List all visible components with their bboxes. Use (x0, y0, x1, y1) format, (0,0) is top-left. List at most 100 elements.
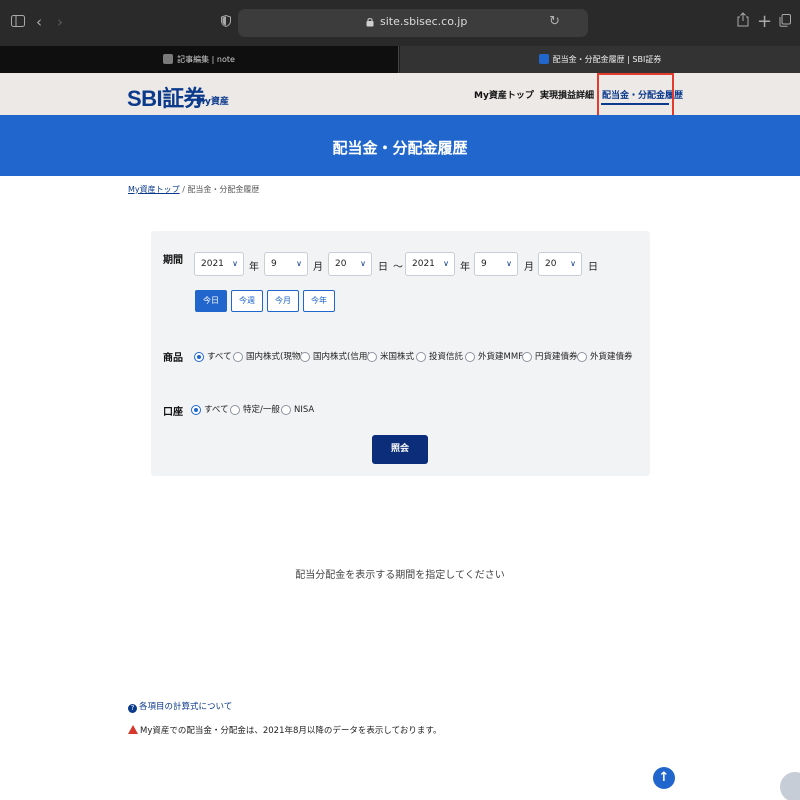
from-day-select[interactable]: 20 ∨ (328, 252, 372, 276)
product-radio-us-stock[interactable]: 米国株式 (367, 350, 414, 364)
radio-label: 投資信託 (429, 352, 464, 362)
product-radio-domestic-margin[interactable]: 国内株式(信用) (300, 350, 371, 364)
tab-label: 記事編集 | note (177, 55, 235, 64)
annotation-highlight-box (597, 73, 674, 120)
tab-label: 配当金・分配金履歴 | SBI証券 (552, 55, 662, 64)
nav-realized-pl-detail[interactable]: 実現損益詳細 (540, 88, 594, 101)
warning-triangle-icon (128, 725, 138, 734)
reload-icon[interactable]: ↻ (549, 14, 560, 29)
browser-toolbar: ‹ › site.sbisec.co.jp ↻ + (0, 0, 800, 46)
lock-icon (366, 18, 374, 27)
year-unit: 年 (460, 262, 470, 273)
scroll-to-top-button[interactable]: ↑ (653, 767, 675, 789)
range-separator: 〜 (393, 262, 403, 273)
account-label: 口座 (163, 407, 183, 418)
select-value: 9 (271, 259, 277, 269)
radio-label: すべて (207, 352, 232, 362)
radio-dot (300, 352, 310, 362)
quick-this-month-button[interactable]: 今月 (267, 290, 299, 312)
product-radio-all[interactable]: すべて (194, 350, 232, 364)
quick-this-year-button[interactable]: 今年 (303, 290, 335, 312)
search-submit-button[interactable]: 照会 (372, 435, 428, 464)
tab-bar: 記事編集 | note 配当金・分配金履歴 | SBI証券 (0, 46, 800, 73)
radio-label: 米国株式 (380, 352, 415, 362)
logo-subtitle: My資産 (196, 97, 229, 107)
radio-dot (367, 352, 377, 362)
page-title: 配当金・分配金履歴 (332, 139, 468, 157)
address-bar[interactable]: site.sbisec.co.jp ↻ (238, 9, 588, 37)
empty-state-message: 配当分配金を表示する期間を指定してください (295, 570, 505, 581)
sbi-logo[interactable]: SBI証券 (127, 81, 206, 113)
chevron-down-icon: ∨ (570, 259, 576, 268)
chevron-down-icon: ∨ (506, 259, 512, 268)
question-circle-icon: ? (128, 704, 137, 713)
product-radio-foreign-mmf[interactable]: 外貨建MMF (465, 350, 523, 364)
note-favicon-icon (163, 54, 174, 64)
from-month-select[interactable]: 9 ∨ (264, 252, 308, 276)
chevron-down-icon: ∨ (232, 259, 238, 268)
tab-sbi[interactable]: 配当金・分配金履歴 | SBI証券 (400, 46, 800, 73)
product-label: 商品 (163, 353, 183, 364)
select-value: 2021 (412, 259, 435, 269)
page-banner: 配当金・分配金履歴 (0, 115, 800, 176)
account-radio-specific-general[interactable]: 特定/一般 (230, 403, 280, 417)
product-radio-investment-trust[interactable]: 投資信託 (416, 350, 463, 364)
to-month-select[interactable]: 9 ∨ (474, 252, 518, 276)
month-unit: 月 (524, 262, 534, 273)
url-text: site.sbisec.co.jp (380, 15, 468, 28)
to-day-select[interactable]: 20 ∨ (538, 252, 582, 276)
data-range-notice: My資産での配当金・分配金は、2021年8月以降のデータを表示しております。 (128, 724, 442, 736)
radio-label: 外貨建MMF (478, 352, 524, 362)
radio-dot (522, 352, 532, 362)
radio-dot (233, 352, 243, 362)
back-icon[interactable]: ‹ (33, 12, 45, 32)
day-unit: 日 (378, 262, 388, 273)
help-link-text: 各項目の計算式について (139, 702, 233, 712)
nav-my-assets-top[interactable]: My資産トップ (474, 88, 534, 101)
radio-label: 円貨建債券 (535, 352, 578, 362)
breadcrumb: My資産トップ / 配当金・分配金履歴 (128, 184, 259, 195)
radio-dot (577, 352, 587, 362)
radio-label: NISA (294, 405, 315, 415)
sbi-favicon-icon (538, 54, 549, 64)
quick-this-week-button[interactable]: 今週 (231, 290, 263, 312)
forward-icon[interactable]: › (54, 12, 66, 32)
radio-label: すべて (204, 405, 229, 415)
privacy-shield-icon[interactable] (220, 12, 232, 32)
radio-dot (281, 405, 291, 415)
chevron-down-icon: ∨ (443, 259, 449, 268)
chevron-down-icon: ∨ (360, 259, 366, 268)
radio-dot (194, 352, 204, 362)
calculation-help-link[interactable]: ? 各項目の計算式について (128, 700, 232, 713)
radio-dot (230, 405, 240, 415)
tab-note[interactable]: 記事編集 | note (0, 46, 399, 73)
notice-text: My資産での配当金・分配金は、2021年8月以降のデータを表示しております。 (140, 726, 442, 736)
new-tab-icon[interactable]: + (757, 12, 772, 32)
radio-label: 特定/一般 (243, 405, 280, 415)
radio-dot (465, 352, 475, 362)
from-year-select[interactable]: 2021 ∨ (194, 252, 244, 276)
select-value: 2021 (201, 259, 224, 269)
chevron-down-icon: ∨ (296, 259, 302, 268)
product-radio-domestic-cash[interactable]: 国内株式(現物) (233, 350, 304, 364)
product-radio-yen-bond[interactable]: 円貨建債券 (522, 350, 578, 364)
month-unit: 月 (313, 262, 323, 273)
sidebar-icon[interactable] (10, 12, 26, 32)
breadcrumb-link-my-assets-top[interactable]: My資産トップ (128, 185, 180, 194)
account-radio-nisa[interactable]: NISA (281, 403, 314, 417)
day-unit: 日 (588, 262, 598, 273)
to-year-select[interactable]: 2021 ∨ (405, 252, 455, 276)
product-radio-foreign-bond[interactable]: 外貨建債券 (577, 350, 633, 364)
quick-today-button[interactable]: 今日 (195, 290, 227, 312)
chat-widget-icon[interactable] (780, 772, 800, 800)
account-radio-all[interactable]: すべて (191, 403, 229, 417)
select-value: 20 (545, 259, 557, 269)
year-unit: 年 (249, 262, 259, 273)
select-value: 20 (335, 259, 347, 269)
period-label: 期間 (163, 255, 183, 266)
breadcrumb-current: 配当金・分配金履歴 (187, 185, 260, 194)
share-icon[interactable] (736, 12, 750, 32)
breadcrumb-separator: / (182, 185, 185, 194)
tab-overview-icon[interactable] (778, 12, 792, 32)
site-header: SBI証券 My資産 My資産トップ 実現損益詳細 配当金・分配金履歴 (0, 73, 800, 115)
